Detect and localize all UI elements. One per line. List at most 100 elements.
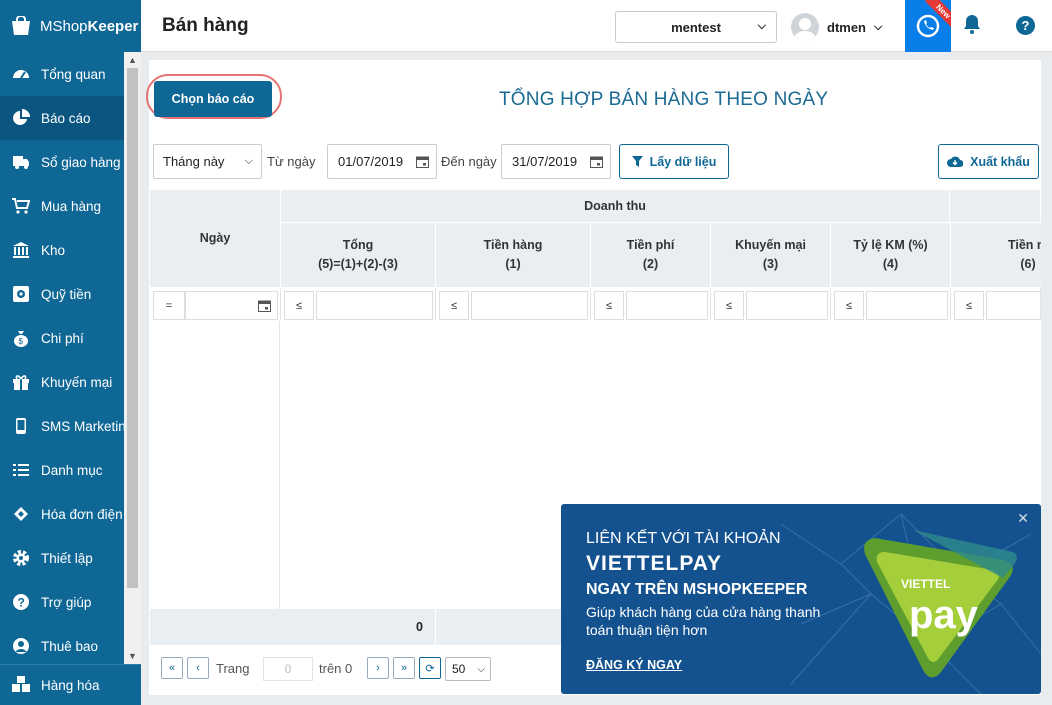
avatar — [791, 13, 819, 41]
app-logo[interactable]: MShopKeeper — [0, 0, 141, 52]
export-button[interactable]: Xuất khẩu — [938, 144, 1039, 179]
filter-operator[interactable]: ≤ — [834, 291, 864, 320]
table-body — [150, 321, 280, 609]
register-now-link[interactable]: ĐĂNG KÝ NGAY — [586, 658, 682, 672]
help-button[interactable]: ? — [1016, 16, 1035, 35]
sidebar-item-quy-tien[interactable]: Quỹ tiền — [0, 272, 124, 316]
sidebar-item-thue-bao[interactable]: Thuê bao — [0, 624, 124, 668]
scroll-up-icon[interactable]: ▲ — [128, 55, 137, 65]
store-select[interactable]: mentest ⌵ — [615, 11, 777, 43]
page-number-input[interactable]: 0 — [263, 657, 313, 681]
chevron-down-icon: ⌵ — [244, 155, 253, 167]
calendar-icon[interactable] — [590, 155, 603, 168]
group-header-next — [950, 190, 1041, 223]
truck-icon — [11, 152, 31, 172]
first-page-button[interactable]: « — [161, 657, 183, 679]
filter-cell-goods: ≤ — [436, 288, 591, 320]
sidebar-item-label: Mua hàng — [41, 198, 102, 214]
tien-m-filter-input[interactable] — [986, 291, 1041, 320]
sidebar-item-tong-quan[interactable]: Tổng quan — [0, 52, 124, 96]
sidebar-item-label: Trợ giúp — [41, 594, 92, 610]
column-header-promo-rate[interactable]: Tỷ lệ KM (%) (4) — [831, 223, 951, 288]
phone-icon — [11, 416, 31, 436]
fetch-data-button[interactable]: Lấy dữ liệu — [619, 144, 729, 179]
filter-cell-total: ≤ — [281, 288, 436, 320]
username: dtmen — [827, 19, 866, 35]
dashboard-icon — [11, 64, 31, 84]
page-label: Trang — [216, 661, 250, 676]
sidebar-item-mua-hang[interactable]: Mua hàng — [0, 184, 124, 228]
to-date-value: 31/07/2019 — [512, 154, 578, 169]
period-select[interactable]: Tháng này ⌵ — [153, 144, 262, 179]
promotion-filter-input[interactable] — [746, 291, 828, 320]
notification-button[interactable] — [963, 14, 981, 37]
sidebar-item-bao-cao[interactable]: Báo cáo — [0, 96, 124, 140]
to-date-label: Đến ngày — [441, 154, 497, 169]
viettelpay-promo-banner[interactable]: LIÊN KẾT VỚI TÀI KHOẢN VIETTELPAY NGAY T… — [561, 504, 1041, 694]
store-name: mentest — [671, 19, 721, 35]
sidebar-item-tro-giup[interactable]: ? Trợ giúp — [0, 580, 124, 624]
filter-operator[interactable]: ≤ — [714, 291, 744, 320]
from-date-label: Từ ngày — [267, 154, 316, 169]
sidebar-item-label: Hóa đơn điện tử — [41, 506, 124, 522]
sidebar-item-hang-hoa[interactable]: Hàng hóa — [0, 664, 141, 705]
user-menu[interactable]: dtmen ⌵ — [791, 11, 882, 43]
sidebar-item-label: Báo cáo — [41, 110, 91, 126]
group-header-revenue: Doanh thu — [281, 190, 950, 223]
column-header-total[interactable]: Tổng (5)=(1)+(2)-(3) — [281, 223, 436, 288]
column-header-fee[interactable]: Tiền phí (2) — [591, 223, 711, 288]
promo-rate-filter-input[interactable] — [866, 291, 948, 320]
filter-operator[interactable]: ≤ — [439, 291, 469, 320]
sidebar-item-khuyen-mai[interactable]: Khuyến mại — [0, 360, 124, 404]
sidebar-item-so-giao-hang[interactable]: Sổ giao hàng — [0, 140, 124, 184]
calendar-icon[interactable] — [258, 299, 271, 312]
filter-operator[interactable]: ≤ — [284, 291, 314, 320]
money-bag-icon: $ — [11, 328, 31, 348]
logo-text: MShopKeeper — [40, 17, 139, 35]
from-date-input[interactable]: 01/07/2019 — [327, 144, 437, 179]
page-size-select[interactable]: 50 ⌵ — [445, 657, 491, 681]
scroll-down-icon[interactable]: ▼ — [128, 651, 137, 661]
total-filter-input[interactable] — [316, 291, 433, 320]
sidebar-item-label: Chi phí — [41, 330, 84, 346]
sidebar-item-label: Danh mục — [41, 462, 103, 478]
filter-operator[interactable]: ≤ — [594, 291, 624, 320]
chevron-down-icon: ⌵ — [477, 663, 485, 675]
filter-operator[interactable]: ≤ — [954, 291, 984, 320]
scrollbar-thumb[interactable] — [127, 68, 138, 588]
svg-text:?: ? — [18, 596, 25, 610]
sidebar-item-thiet-lap[interactable]: Thiết lập — [0, 536, 124, 580]
column-header-tien-m[interactable]: Tiền m(6) — [951, 223, 1041, 288]
report-title: TỔNG HỢP BÁN HÀNG THEO NGÀY — [499, 89, 829, 110]
fee-filter-input[interactable] — [626, 291, 708, 320]
promo-line-2: VIETTELPAY — [586, 552, 723, 575]
refresh-button[interactable]: ⟳ — [419, 657, 441, 679]
filter-operator[interactable]: = — [153, 291, 185, 320]
sidebar-item-chi-phi[interactable]: $ Chi phí — [0, 316, 124, 360]
to-date-input[interactable]: 31/07/2019 — [501, 144, 611, 179]
next-page-button[interactable]: › — [367, 657, 389, 679]
goods-filter-input[interactable] — [471, 291, 588, 320]
period-value: Tháng này — [163, 154, 225, 169]
column-header-date[interactable]: Ngày — [150, 190, 281, 288]
filter-cell-promotion: ≤ — [711, 288, 831, 320]
sidebar-item-danh-muc[interactable]: Danh mục — [0, 448, 124, 492]
column-header-promotion[interactable]: Khuyến mại (3) — [711, 223, 831, 288]
refresh-icon: ⟳ — [425, 662, 435, 675]
sidebar-scrollbar[interactable]: ▲ ▼ — [124, 52, 141, 664]
prev-page-button[interactable]: ‹ — [187, 657, 209, 679]
filter-cell-tien-m: ≤ — [951, 288, 1041, 320]
sidebar-item-label: SMS Marketing — [41, 418, 124, 434]
chevron-down-icon: ⌵ — [757, 20, 766, 32]
column-header-goods[interactable]: Tiền hàng (1) — [436, 223, 591, 288]
sidebar-item-sms-marketing[interactable]: SMS Marketing — [0, 404, 124, 448]
sidebar-item-kho[interactable]: Kho — [0, 228, 124, 272]
date-filter-input[interactable] — [185, 291, 278, 320]
sidebar-item-hoa-don-dien-tu[interactable]: Hóa đơn điện tử — [0, 492, 124, 536]
choose-report-button[interactable]: Chọn báo cáo — [154, 81, 272, 117]
export-label: Xuất khẩu — [970, 154, 1030, 169]
last-page-button[interactable]: » — [393, 657, 415, 679]
calendar-icon[interactable] — [416, 155, 429, 168]
hotline-button[interactable]: New — [905, 0, 951, 52]
filter-cell-promo-rate: ≤ — [831, 288, 951, 320]
